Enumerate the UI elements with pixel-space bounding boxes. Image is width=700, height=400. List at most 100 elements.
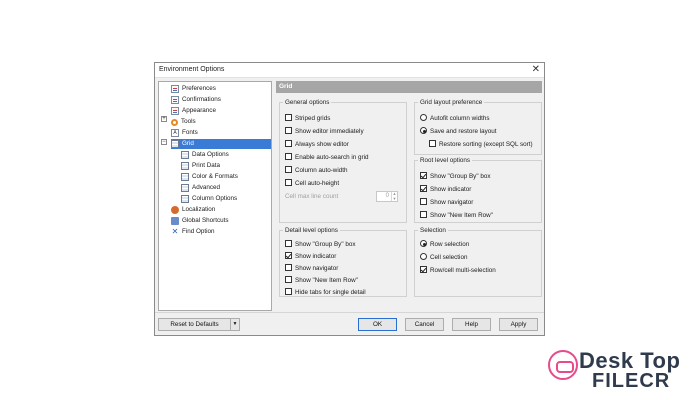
selection-legend: Selection bbox=[420, 227, 446, 234]
root-show-new-item-row-checkbox[interactable]: Show "New Item Row" bbox=[420, 211, 493, 220]
detail-level-group: Detail level options Show "Group By" box… bbox=[279, 227, 407, 297]
checkbox-box bbox=[285, 179, 292, 186]
show-editor-immediately-checkbox[interactable]: Show editor immediately bbox=[285, 127, 364, 136]
checkbox-box bbox=[285, 127, 292, 134]
cancel-button[interactable]: Cancel bbox=[405, 318, 444, 331]
cell-max-line-spinner[interactable]: 0 ▲ ▼ bbox=[376, 191, 398, 202]
checkbox-box bbox=[285, 140, 292, 147]
always-show-editor-checkbox[interactable]: Always show editor bbox=[285, 140, 349, 149]
radio-circle bbox=[420, 240, 427, 247]
title-bar: Environment Options ✕ bbox=[155, 63, 544, 78]
general-options-legend: General options bbox=[285, 99, 330, 106]
tree-item-confirmations[interactable]: Confirmations bbox=[171, 95, 221, 105]
checkbox-box bbox=[285, 276, 292, 283]
checkbox-box bbox=[285, 264, 292, 271]
spinner-arrows-icon[interactable]: ▲ ▼ bbox=[391, 191, 397, 201]
detail-show-navigator-checkbox[interactable]: Show navigator bbox=[285, 264, 338, 273]
radio-circle bbox=[420, 114, 427, 121]
radio-circle bbox=[420, 127, 427, 134]
checkbox-box bbox=[420, 266, 427, 273]
checkbox-box bbox=[285, 252, 292, 259]
environment-options-dialog: Environment Options ✕ Preferences Confir… bbox=[154, 62, 545, 336]
striped-grids-checkbox[interactable]: Striped grids bbox=[285, 114, 330, 123]
globe-icon bbox=[171, 206, 179, 214]
autofit-column-widths-radio[interactable]: Autofit column widths bbox=[420, 114, 490, 123]
font-icon: A bbox=[171, 129, 179, 137]
help-button[interactable]: Help bbox=[452, 318, 491, 331]
row-selection-radio[interactable]: Row selection bbox=[420, 240, 469, 249]
button-bar-separator bbox=[155, 312, 544, 313]
find-icon: ✕ bbox=[171, 227, 179, 236]
root-level-legend: Root level options bbox=[420, 157, 471, 164]
root-show-navigator-checkbox[interactable]: Show navigator bbox=[420, 198, 473, 207]
checkbox-box bbox=[285, 288, 292, 295]
ok-button[interactable]: OK bbox=[358, 318, 397, 331]
cell-auto-height-checkbox[interactable]: Cell auto-height bbox=[285, 179, 339, 188]
grid-options-panel: Grid General options Striped grids Show … bbox=[276, 81, 542, 311]
tree-collapse-grid[interactable]: − bbox=[161, 139, 167, 145]
watermark-logo: Desk Top FILECR bbox=[548, 348, 693, 392]
detail-level-legend: Detail level options bbox=[285, 227, 338, 234]
close-icon[interactable]: ✕ bbox=[532, 64, 540, 76]
root-level-group: Root level options Show "Group By" box S… bbox=[414, 157, 542, 223]
grid-icon bbox=[181, 195, 189, 203]
document-icon bbox=[171, 107, 179, 115]
checkbox-box bbox=[420, 211, 427, 218]
reset-to-defaults-button[interactable]: Reset to Defaults bbox=[158, 318, 231, 331]
cell-selection-radio[interactable]: Cell selection bbox=[420, 253, 467, 262]
detail-show-group-by-checkbox[interactable]: Show "Group By" box bbox=[285, 240, 355, 249]
key-icon bbox=[171, 217, 179, 225]
checkbox-box bbox=[420, 172, 427, 179]
tree-item-advanced[interactable]: Advanced bbox=[181, 183, 220, 193]
tree-item-find-option[interactable]: ✕ Find Option bbox=[171, 227, 215, 237]
tree-item-tools[interactable]: Tools bbox=[171, 117, 196, 127]
tree-item-print-data[interactable]: Print Data bbox=[181, 161, 220, 171]
watermark-line2: FILECR bbox=[592, 370, 671, 392]
panel-header: Grid bbox=[276, 81, 542, 93]
grid-icon bbox=[181, 151, 189, 159]
document-icon bbox=[171, 96, 179, 104]
tree-item-preferences[interactable]: Preferences bbox=[171, 84, 216, 94]
row-cell-multi-selection-checkbox[interactable]: Row/cell multi-selection bbox=[420, 266, 496, 275]
general-options-group: General options Striped grids Show edito… bbox=[279, 99, 407, 223]
watermark-logo-icon bbox=[548, 350, 578, 380]
detail-show-indicator-checkbox[interactable]: Show indicator bbox=[285, 252, 336, 261]
restore-sorting-checkbox[interactable]: Restore sorting (except SQL sort) bbox=[429, 140, 533, 149]
root-show-indicator-checkbox[interactable]: Show indicator bbox=[420, 185, 471, 194]
checkbox-box bbox=[285, 153, 292, 160]
tree-item-grid[interactable]: Grid bbox=[171, 139, 271, 149]
reset-dropdown-icon[interactable]: ▼ bbox=[230, 318, 240, 331]
detail-show-new-item-row-checkbox[interactable]: Show "New Item Row" bbox=[285, 276, 358, 285]
save-restore-layout-radio[interactable]: Save and restore layout bbox=[420, 127, 497, 136]
grid-icon bbox=[181, 184, 189, 192]
grid-layout-legend: Grid layout preference bbox=[420, 99, 483, 106]
checkbox-box bbox=[420, 198, 427, 205]
window-title: Environment Options bbox=[159, 66, 225, 73]
tree-item-column-options[interactable]: Column Options bbox=[181, 194, 237, 204]
checkbox-box bbox=[285, 240, 292, 247]
selection-group: Selection Row selection Cell selection R… bbox=[414, 227, 542, 297]
tree-item-global-shortcuts[interactable]: Global Shortcuts bbox=[171, 216, 229, 226]
cell-max-line-value: 0 bbox=[385, 193, 389, 199]
enable-auto-search-checkbox[interactable]: Enable auto-search in grid bbox=[285, 153, 369, 162]
hide-tabs-single-detail-checkbox[interactable]: Hide tabs for single detail bbox=[285, 288, 366, 297]
radio-circle bbox=[420, 253, 427, 260]
grid-icon bbox=[181, 162, 189, 170]
tree-item-color-formats[interactable]: Color & Formats bbox=[181, 172, 238, 182]
grid-icon bbox=[181, 173, 189, 181]
grid-icon bbox=[171, 140, 179, 148]
root-show-group-by-checkbox[interactable]: Show "Group By" box bbox=[420, 172, 490, 181]
column-auto-width-checkbox[interactable]: Column auto-width bbox=[285, 166, 348, 175]
document-icon bbox=[171, 85, 179, 93]
gear-icon bbox=[171, 118, 178, 126]
tree-item-fonts[interactable]: A Fonts bbox=[171, 128, 198, 138]
checkbox-box bbox=[285, 166, 292, 173]
tree-item-appearance[interactable]: Appearance bbox=[171, 106, 216, 116]
apply-button[interactable]: Apply bbox=[499, 318, 538, 331]
options-tree[interactable]: Preferences Confirmations Appearance + T… bbox=[158, 81, 272, 311]
tree-item-localization[interactable]: Localization bbox=[171, 205, 215, 215]
tree-item-data-options[interactable]: Data Options bbox=[181, 150, 229, 160]
tree-expand-tools[interactable]: + bbox=[161, 116, 167, 122]
cell-max-line-label: Cell max line count bbox=[285, 193, 339, 200]
grid-layout-group: Grid layout preference Autofit column wi… bbox=[414, 99, 542, 155]
